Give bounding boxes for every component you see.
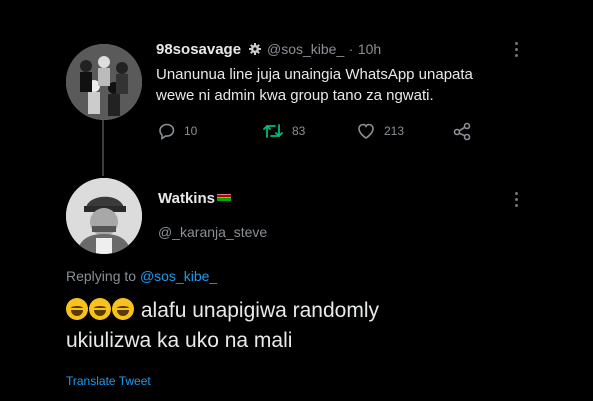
replying-to: Replying to @sos_kibe_ bbox=[66, 268, 217, 284]
reply-avatar[interactable] bbox=[66, 178, 142, 254]
share-icon bbox=[453, 122, 471, 141]
reply-button[interactable]: 10 bbox=[158, 122, 197, 140]
like-button[interactable]: 213 bbox=[356, 122, 404, 140]
reply-icon bbox=[159, 123, 175, 140]
grinning-sweat-emoji bbox=[89, 298, 111, 320]
translate-tweet-link[interactable]: Translate Tweet bbox=[66, 374, 151, 388]
grinning-sweat-emoji bbox=[66, 298, 88, 320]
retweet-count: 83 bbox=[292, 124, 306, 138]
reply-display-name[interactable]: Watkins bbox=[158, 190, 215, 207]
original-time[interactable]: 10h bbox=[358, 41, 381, 57]
reply-tweet-text: alafu unapigiwa randomly ukiulizwa ka uk… bbox=[66, 296, 566, 356]
reply-count: 10 bbox=[184, 124, 198, 138]
original-handle[interactable]: @sos_kibe_ bbox=[267, 41, 344, 57]
replying-handle-link[interactable]: @sos_kibe_ bbox=[140, 268, 217, 284]
reply-text-line1: alafu unapigiwa randomly bbox=[140, 299, 379, 322]
reply-handle[interactable]: @_karanja_steve bbox=[158, 224, 267, 240]
retweet-button[interactable]: 83 bbox=[262, 122, 305, 140]
original-display-name[interactable]: 98sosavage bbox=[156, 41, 241, 58]
share-button[interactable] bbox=[452, 121, 472, 146]
avatar-image bbox=[66, 44, 142, 120]
heart-icon bbox=[358, 123, 374, 139]
original-avatar[interactable] bbox=[66, 44, 142, 120]
more-vertical-icon[interactable] bbox=[515, 42, 519, 57]
original-text-line1: Unanunua line juja unaingia WhatsApp una… bbox=[156, 66, 473, 83]
reply-tweet-header: Watkins bbox=[158, 190, 231, 208]
reply-text-line2: ukiulizwa ka uko na mali bbox=[66, 329, 293, 352]
grinning-sweat-emoji bbox=[112, 298, 134, 320]
original-tweet-header: 98sosavage @sos_kibe_ · 10h bbox=[156, 41, 381, 60]
retweet-icon bbox=[263, 124, 283, 138]
original-text-line2: wewe ni admin kwa group tano za ngwati. bbox=[156, 87, 434, 104]
kenya-flag-icon bbox=[216, 191, 231, 201]
thread-connector bbox=[102, 120, 104, 176]
separator: · bbox=[348, 41, 354, 57]
more-vertical-icon[interactable] bbox=[515, 192, 519, 207]
replying-prefix: Replying to bbox=[66, 268, 137, 284]
avatar-image bbox=[66, 178, 142, 254]
like-count: 213 bbox=[384, 124, 405, 138]
gear-badge-icon bbox=[248, 42, 261, 60]
original-tweet-text: Unanunua line juja unaingia WhatsApp una… bbox=[156, 64, 536, 106]
